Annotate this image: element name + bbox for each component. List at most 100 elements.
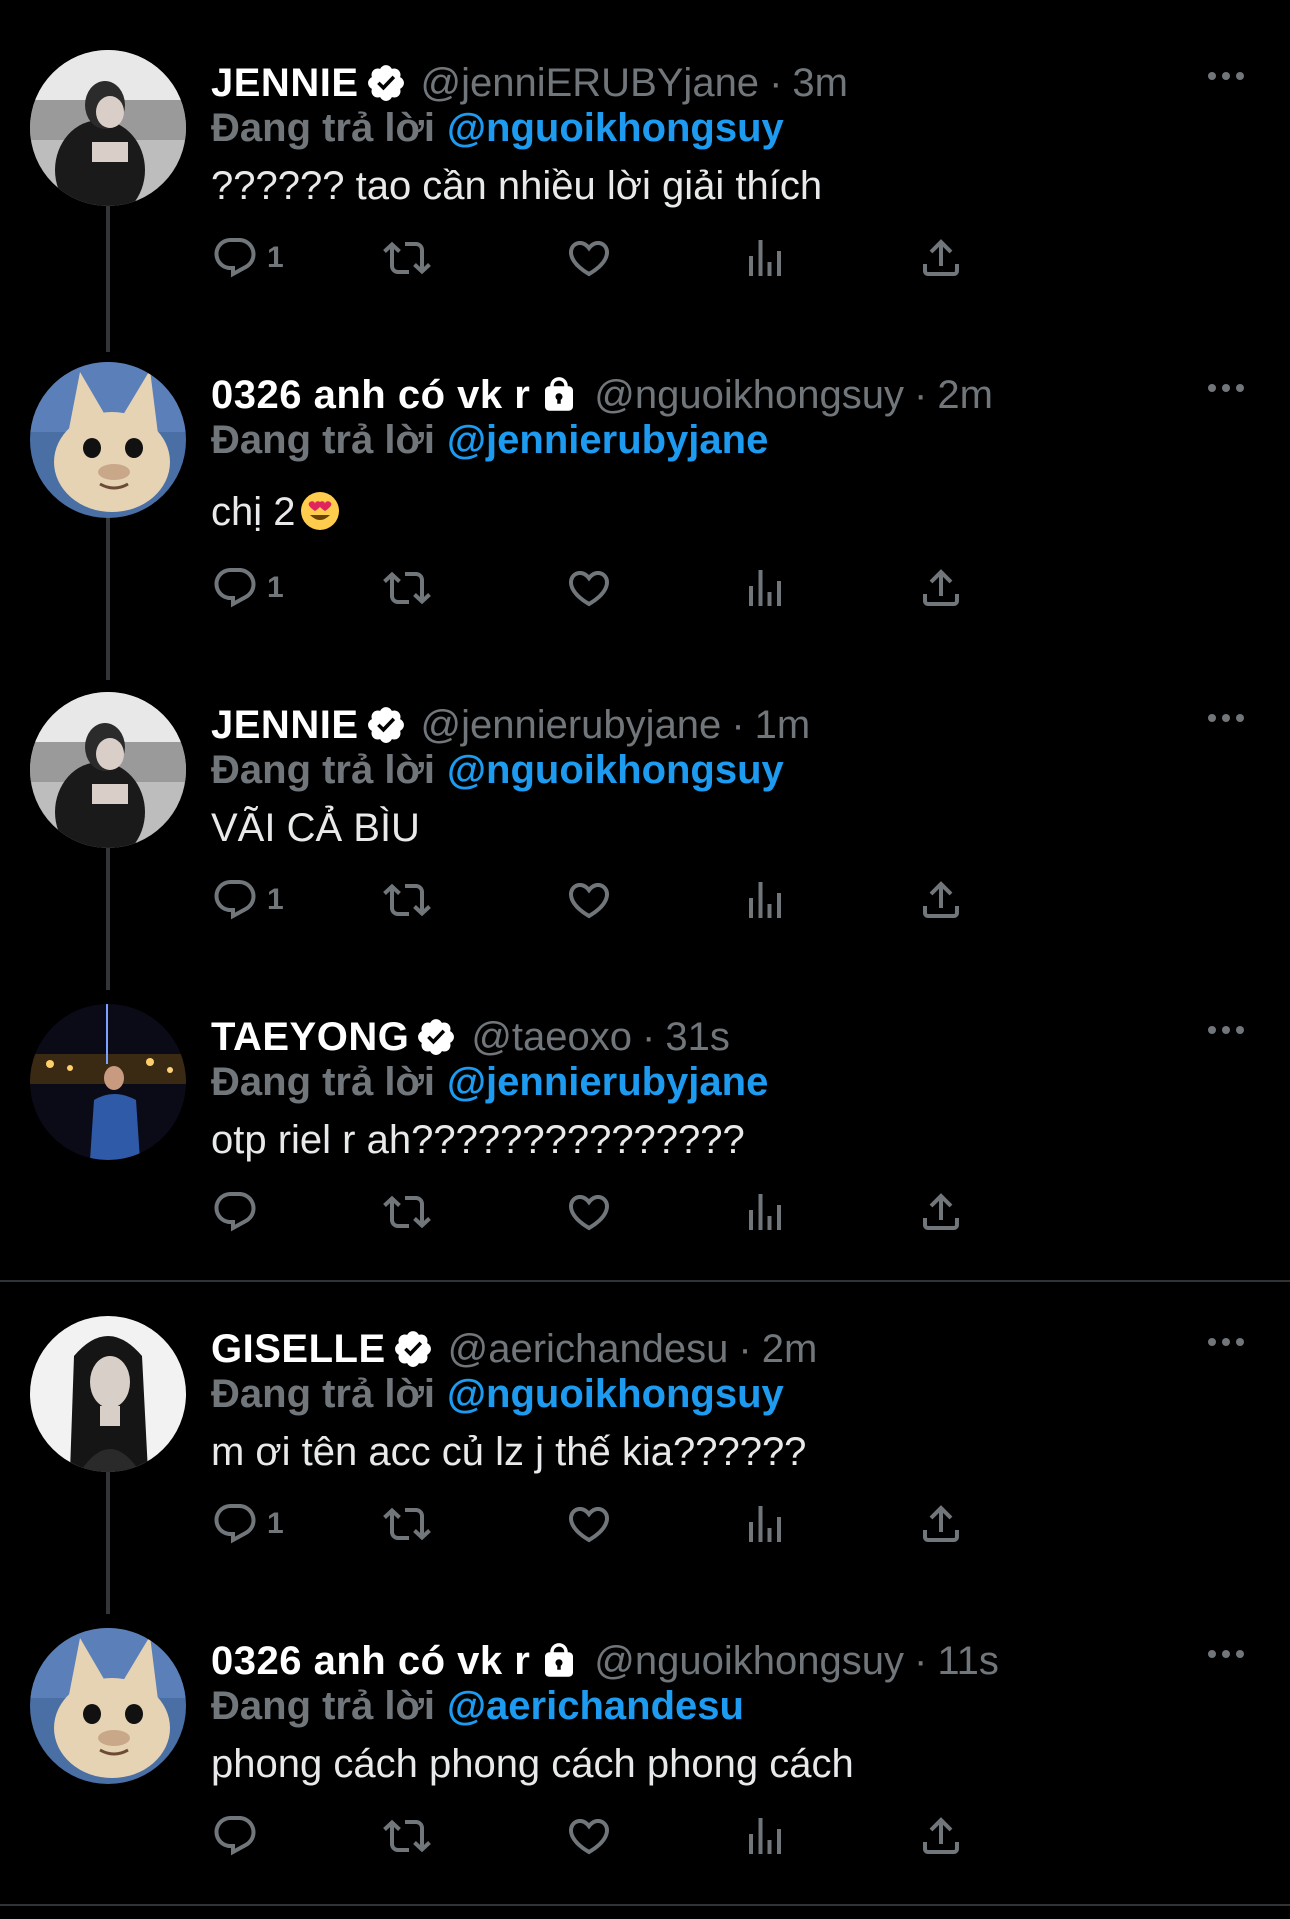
replying-to-handle[interactable]: @nguoikhongsuy	[447, 748, 784, 792]
reply-icon	[214, 568, 256, 608]
retweet-button[interactable]	[383, 228, 431, 288]
user-handle[interactable]: @aerichandesu	[448, 1327, 729, 1372]
user-handle[interactable]: @nguoikhongsuy	[594, 1639, 904, 1684]
thread-line	[106, 1462, 110, 1614]
more-options-icon[interactable]	[1206, 1018, 1246, 1042]
reply-button[interactable]: 1	[211, 870, 284, 930]
share-button[interactable]	[917, 1806, 965, 1866]
reply-icon	[214, 1192, 256, 1232]
tweet-text: chị 2	[211, 490, 296, 534]
display-name[interactable]: TAEYONG	[211, 1015, 409, 1060]
retweet-button[interactable]	[383, 1182, 431, 1242]
more-options-icon[interactable]	[1206, 706, 1246, 730]
display-name[interactable]: GISELLE	[211, 1327, 386, 1372]
more-options-icon[interactable]	[1206, 1642, 1246, 1666]
retweet-button[interactable]	[383, 1494, 431, 1554]
more-options-icon[interactable]	[1206, 1330, 1246, 1354]
user-handle[interactable]: @taeoxo	[471, 1015, 632, 1060]
replying-to-handle[interactable]: @nguoikhongsuy	[447, 106, 784, 150]
user-handle[interactable]: @nguoikhongsuy	[594, 373, 904, 418]
replying-to: Đang trả lời @jennierubyjane	[211, 418, 768, 463]
tweet-header: 0326 anh có vk r @nguoikhongsuy · 11s	[211, 1636, 999, 1686]
share-button[interactable]	[917, 870, 965, 930]
views-button[interactable]	[741, 1806, 789, 1866]
views-button[interactable]	[741, 870, 789, 930]
avatar-taeyong[interactable]	[30, 1004, 186, 1160]
cat-avatar-image	[30, 1628, 186, 1784]
display-name[interactable]: JENNIE	[211, 61, 359, 106]
display-name[interactable]: JENNIE	[211, 703, 359, 748]
timestamp[interactable]: 2m	[937, 373, 993, 418]
thread-line	[106, 200, 110, 352]
replying-to-handle[interactable]: @jennierubyjane	[447, 1060, 768, 1104]
timestamp[interactable]: 31s	[665, 1015, 730, 1060]
views-button[interactable]	[741, 228, 789, 288]
share-button[interactable]	[917, 228, 965, 288]
replying-to-handle[interactable]: @nguoikhongsuy	[447, 1372, 784, 1416]
reply-count: 1	[267, 571, 284, 604]
replying-to-handle[interactable]: @jennierubyjane	[447, 418, 768, 462]
reply-button[interactable]: 1	[211, 558, 284, 618]
share-button[interactable]	[917, 558, 965, 618]
tweet-header: JENNIE @jennierubyjane · 1m	[211, 700, 810, 750]
share-icon	[923, 1505, 959, 1542]
cat-avatar-image	[30, 362, 186, 518]
user-handle[interactable]: @jennierubyjane	[421, 703, 722, 748]
reply-button[interactable]: 1	[211, 228, 284, 288]
heart-icon	[568, 1507, 610, 1543]
replying-to-handle[interactable]: @aerichandesu	[447, 1684, 744, 1728]
share-button[interactable]	[917, 1182, 965, 1242]
verified-badge-icon	[365, 704, 407, 746]
retweet-icon	[383, 1819, 431, 1853]
reply-icon	[214, 1504, 256, 1544]
retweet-button[interactable]	[383, 558, 431, 618]
verified-badge-icon	[392, 1328, 434, 1370]
tweet-text: VÃI CẢ BÌU	[211, 806, 420, 850]
retweet-button[interactable]	[383, 870, 431, 930]
retweet-icon	[383, 571, 431, 605]
views-button[interactable]	[741, 1494, 789, 1554]
analytics-icon	[749, 570, 781, 606]
timestamp[interactable]: 11s	[937, 1639, 999, 1684]
avatar-cat[interactable]	[30, 362, 186, 518]
user-handle[interactable]: @jenniERUBYjane	[421, 61, 760, 106]
display-name[interactable]: 0326 anh có vk r	[211, 1639, 530, 1684]
avatar-cat[interactable]	[30, 1628, 186, 1784]
timestamp[interactable]: 2m	[762, 1327, 818, 1372]
tweet-text: phong cách phong cách phong cách	[211, 1742, 854, 1786]
share-icon	[923, 569, 959, 606]
retweet-icon	[383, 883, 431, 917]
like-button[interactable]	[565, 1182, 613, 1242]
replying-to: Đang trả lời @nguoikhongsuy	[211, 748, 784, 793]
bottom-divider	[0, 1904, 1290, 1906]
like-button[interactable]	[565, 228, 613, 288]
replying-to-label: Đang trả lời	[211, 748, 436, 792]
more-options-icon[interactable]	[1206, 376, 1246, 400]
retweet-button[interactable]	[383, 1806, 431, 1866]
replying-to-label: Đang trả lời	[211, 1060, 436, 1104]
share-button[interactable]	[917, 1494, 965, 1554]
tweet-text: m ơi tên acc củ lz j thế kia??????	[211, 1430, 807, 1474]
avatar-jennie[interactable]	[30, 692, 186, 848]
display-name[interactable]: 0326 anh có vk r	[211, 373, 530, 418]
reply-button[interactable]	[211, 1182, 267, 1242]
like-button[interactable]	[565, 1806, 613, 1866]
replying-to-label: Đang trả lời	[211, 418, 436, 462]
action-bar: 1	[211, 558, 1131, 618]
more-options-icon[interactable]	[1206, 64, 1246, 88]
reply-icon	[214, 238, 256, 278]
replying-to-label: Đang trả lời	[211, 1684, 436, 1728]
avatar-jennie[interactable]	[30, 50, 186, 206]
reply-button[interactable]	[211, 1806, 267, 1866]
views-button[interactable]	[741, 558, 789, 618]
views-button[interactable]	[741, 1182, 789, 1242]
timestamp[interactable]: 3m	[792, 61, 848, 106]
like-button[interactable]	[565, 558, 613, 618]
avatar-giselle[interactable]	[30, 1316, 186, 1472]
replying-to-label: Đang trả lời	[211, 1372, 436, 1416]
like-button[interactable]	[565, 870, 613, 930]
reply-button[interactable]: 1	[211, 1494, 284, 1554]
like-button[interactable]	[565, 1494, 613, 1554]
analytics-icon	[749, 240, 781, 276]
timestamp[interactable]: 1m	[755, 703, 811, 748]
